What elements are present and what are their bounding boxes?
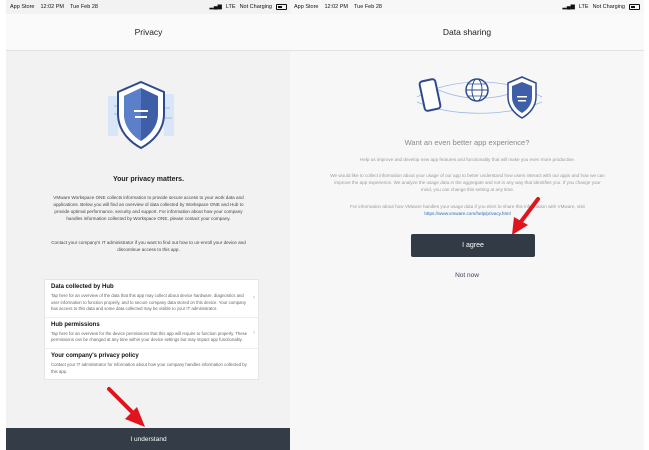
- item-desc: Tap here for an overview of the data tha…: [51, 293, 247, 312]
- privacy-heading: Your privacy matters.: [112, 176, 185, 183]
- nav-bar: Data sharing: [290, 14, 644, 51]
- sharing-p2: We would like to collect information abo…: [330, 173, 605, 192]
- signal-icon: ▂▄▆: [562, 4, 575, 10]
- status-time: 12:02 PM: [40, 4, 65, 10]
- sharing-p1: Help us improve and develop new app feat…: [359, 157, 575, 162]
- status-network: LTE: [578, 4, 589, 10]
- sharing-p3: For information about how VMware handles…: [330, 203, 605, 217]
- sharing-p3-text: For information about how VMware handles…: [350, 204, 585, 209]
- privacy-card: Data collected by Hub Tap here for an ov…: [44, 279, 259, 381]
- privacy-contact: Contact your company's IT administrator …: [51, 240, 246, 252]
- status-app: App Store: [294, 4, 319, 10]
- phone-icon: [418, 78, 442, 112]
- list-item-company-policy[interactable]: Your company's privacy policy Contact yo…: [45, 349, 258, 379]
- page-title: Privacy: [134, 27, 163, 37]
- data-sharing-illustration: [416, 76, 543, 119]
- status-date: Tue Feb 28: [70, 4, 98, 10]
- i-agree-button[interactable]: I agree: [411, 234, 535, 257]
- item-title: Data collected by Hub: [51, 284, 114, 290]
- chevron-right-icon: ›: [253, 295, 255, 302]
- sharing-heading: Want an even better app experience?: [404, 138, 530, 147]
- shield-icon: [507, 76, 537, 119]
- status-app: App Store: [10, 4, 35, 10]
- privacy-intro: VMware Workspace ONE collects informatio…: [53, 195, 244, 221]
- privacy-content: Your privacy matters. VMware Workspace O…: [6, 51, 291, 428]
- status-network: LTE: [225, 4, 236, 10]
- status-date: Tue Feb 28: [354, 4, 382, 10]
- privacy-screen: App Store 12:02 PM Tue Feb 28 ▂▄▆ LTE No…: [6, 0, 291, 450]
- status-bar: App Store 12:02 PM Tue Feb 28 ▂▄▆ LTE No…: [6, 0, 291, 14]
- data-sharing-screen: App Store 12:02 PM Tue Feb 28 ▂▄▆ LTE No…: [290, 0, 644, 450]
- signal-icon: ▂▄▆: [209, 4, 222, 10]
- item-desc: Contact your IT administrator for inform…: [51, 361, 247, 374]
- battery-icon: [629, 4, 640, 10]
- chevron-right-icon: ›: [253, 329, 255, 336]
- i-understand-button[interactable]: I understand: [6, 428, 291, 450]
- page-title: Data sharing: [442, 27, 492, 37]
- privacy-link[interactable]: https://www.vmware.com/help/privacy.html: [424, 211, 510, 216]
- list-item-hub-permissions[interactable]: Hub permissions Tap here for an overview…: [45, 318, 258, 349]
- status-bar: App Store 12:02 PM Tue Feb 28 ▂▄▆ LTE No…: [290, 0, 644, 14]
- status-time: 12:02 PM: [324, 4, 349, 10]
- battery-icon: [276, 4, 287, 10]
- status-charging: Not Charging: [239, 4, 272, 10]
- status-charging: Not Charging: [592, 4, 625, 10]
- list-item-data-collected[interactable]: Data collected by Hub Tap here for an ov…: [45, 280, 258, 318]
- nav-bar: Privacy: [6, 14, 291, 51]
- item-title: Hub permissions: [51, 321, 100, 328]
- item-title: Your company's privacy policy: [51, 352, 139, 359]
- globe-icon: [465, 78, 489, 102]
- item-desc: Tap here for an overview for the device …: [51, 330, 248, 343]
- not-now-button[interactable]: Not now: [290, 272, 644, 279]
- shield-icon: [108, 80, 174, 150]
